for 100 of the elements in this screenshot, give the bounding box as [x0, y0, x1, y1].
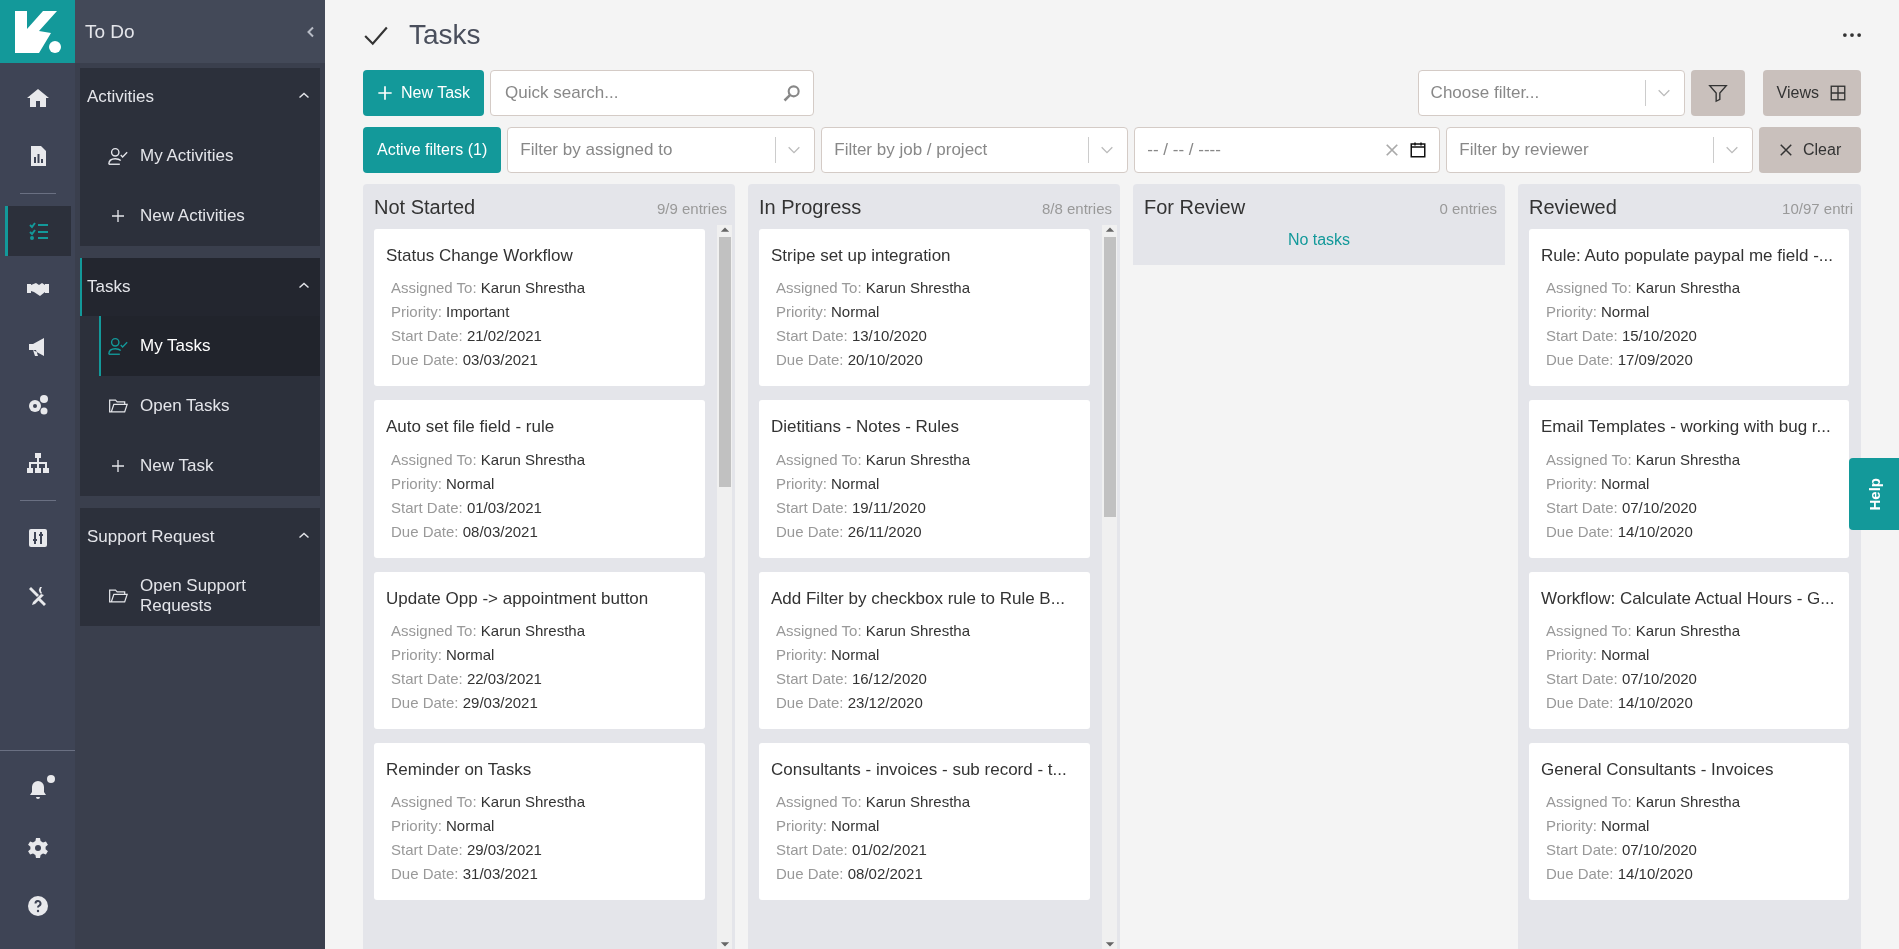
project-select[interactable]: Filter by job / project — [821, 127, 1129, 173]
user-check-icon — [107, 335, 129, 357]
task-detail: Assigned To: Karun Shrestha — [1545, 278, 1742, 299]
task-title: Auto set file field - rule — [386, 416, 556, 438]
task-title: Add Filter by checkbox rule to Rule B... — [771, 587, 1066, 609]
task-detail: Priority: Normal — [390, 816, 496, 836]
rail-button[interactable] — [4, 206, 71, 256]
section-header[interactable]: Support Request — [80, 508, 320, 566]
task-detail: Assigned To: Karun Shrestha — [775, 620, 972, 641]
task-detail: Start Date: 07/10/2020 — [1545, 840, 1698, 860]
funnel-icon — [1706, 82, 1729, 104]
task-detail: Assigned To: Karun Shrestha — [775, 278, 972, 299]
clear-button[interactable]: Clear — [1759, 127, 1861, 173]
task-detail: Start Date: 29/03/2021 — [390, 840, 543, 860]
task-detail: Due Date: 14/10/2020 — [1545, 864, 1694, 884]
logo[interactable] — [0, 0, 75, 63]
reviewer-select[interactable]: Filter by reviewer — [1446, 127, 1754, 173]
section-header[interactable]: Activities — [80, 68, 320, 126]
task-title: Stripe set up integration — [771, 245, 952, 267]
task-detail: Priority: Normal — [390, 644, 496, 665]
task-detail: Assigned To: Karun Shrestha — [390, 792, 587, 812]
section-header[interactable]: Tasks — [80, 258, 320, 316]
task-title: General Consultants - Invoices — [1541, 758, 1775, 780]
task-detail: Due Date: 23/12/2020 — [775, 692, 924, 713]
sidebar-item[interactable]: New Task — [80, 436, 320, 496]
section-title: Support Request — [87, 527, 215, 547]
filter-select[interactable]: Choose filter... — [1417, 70, 1685, 116]
empty-message: No tasks — [1286, 230, 1352, 250]
task-title: Status Change Workflow — [386, 245, 574, 267]
column-title: Not Started — [374, 196, 476, 219]
more-icon[interactable] — [1843, 33, 1861, 37]
task-card[interactable]: Auto set file field - rule Assigned To: Karun Shrestha Priority: Normal Start Date: 01/03/2021 Due Date: 08/03/2021 — [374, 400, 705, 558]
views-button[interactable]: Views — [1762, 70, 1861, 116]
task-card[interactable]: Add Filter by checkbox rule to Rule B... Assigned To: Karun Shrestha Priority: Normal Start Date: 16/12/2020 Due Date: 23/12/2020 — [759, 571, 1090, 729]
user-check-icon — [107, 145, 129, 167]
section-title: Activities — [87, 87, 155, 107]
task-detail: Start Date: 15/10/2020 — [1545, 326, 1698, 347]
task-card[interactable]: Status Change Workflow Assigned To: Karun Shrestha Priority: Important Start Date: 21/02/2021 Due Date: 03/03/2021 — [374, 229, 705, 387]
task-detail: Due Date: 17/09/2020 — [1545, 350, 1694, 371]
task-detail: Due Date: 26/11/2020 — [775, 521, 923, 542]
task-detail: Assigned To: Karun Shrestha — [1545, 449, 1742, 470]
task-title: Consultants - invoices - sub record - t... — [771, 758, 1068, 780]
task-detail: Assigned To: Karun Shrestha — [1545, 620, 1742, 641]
sidebar-item[interactable]: Open Tasks — [80, 376, 320, 436]
task-detail: Assigned To: Karun Shrestha — [775, 792, 972, 812]
task-detail: Start Date: 16/12/2020 — [775, 668, 928, 689]
notification-dot — [46, 775, 55, 783]
task-card[interactable]: Reminder on Tasks Assigned To: Karun Shrestha Priority: Normal Start Date: 29/03/2021 Due Date: 31/03/2021 — [374, 742, 705, 900]
sidebar-item[interactable]: My Tasks — [99, 316, 320, 376]
task-detail: Due Date: 08/03/2021 — [390, 521, 539, 542]
task-detail: Assigned To: Karun Shrestha — [390, 449, 587, 470]
scroll-down-icon — [719, 939, 730, 949]
task-card[interactable]: Workflow: Calculate Actual Hours - G... Assigned To: Karun Shrestha Priority: Normal Start Date: 07/10/2020 Due Date: 14/10/2020 — [1529, 571, 1849, 729]
task-detail: Start Date: 01/03/2021 — [390, 497, 543, 518]
task-card[interactable]: Consultants - invoices - sub record - t... Assigned To: Karun Shrestha Priority: Normal Start Date: 01/02/2021 Due Date: 08/02/2021 — [759, 742, 1090, 900]
hierarchy-icon — [25, 451, 50, 475]
task-detail: Due Date: 20/10/2020 — [775, 350, 924, 371]
task-card[interactable]: Email Templates - working with bug r... Assigned To: Karun Shrestha Priority: Normal Start Date: 07/10/2020 Due Date: 14/10/2020 — [1529, 400, 1849, 558]
task-card[interactable]: Dietitians - Notes - Rules Assigned To: Karun Shrestha Priority: Normal Start Date: 19/11/2020 Due Date: 26/11/2020 — [759, 400, 1090, 558]
sidebar-item[interactable]: My Activities — [80, 126, 320, 186]
assignee-select[interactable]: Filter by assigned to — [507, 127, 816, 173]
task-detail: Due Date: 14/10/2020 — [1545, 692, 1694, 713]
task-detail: Start Date: 07/10/2020 — [1545, 497, 1698, 518]
task-title: Workflow: Calculate Actual Hours - G... — [1541, 587, 1836, 609]
task-title: Dietitians - Notes - Rules — [771, 416, 960, 438]
task-detail: Due Date: 29/03/2021 — [390, 692, 539, 713]
task-title: Update Opp -> appointment button — [386, 587, 650, 609]
sidebar-item[interactable]: Open Support Requests — [80, 566, 320, 626]
search-icon — [782, 83, 803, 103]
task-detail: Priority: Important — [390, 302, 511, 323]
task-card[interactable]: Rule: Auto populate paypal me field -... Assigned To: Karun Shrestha Priority: Normal Start Date: 15/10/2020 Due Date: 17/09/2020 — [1529, 229, 1849, 387]
plus-icon — [110, 458, 126, 474]
task-detail: Due Date: 31/03/2021 — [390, 864, 539, 884]
scrollbar[interactable] — [717, 225, 732, 949]
scrollbar[interactable] — [1102, 225, 1117, 949]
sidebar-item[interactable]: New Activities — [80, 186, 320, 246]
column-title: For Review — [1144, 196, 1246, 219]
task-card[interactable]: General Consultants - Invoices Assigned To: Karun Shrestha Priority: Normal Start Date: 07/10/2020 Due Date: 14/10/2020 — [1529, 742, 1849, 900]
task-detail: Start Date: 13/10/2020 — [775, 326, 928, 347]
task-card[interactable]: Stripe set up integration Assigned To: Karun Shrestha Priority: Normal Start Date: 13/10/2020 Due Date: 20/10/2020 — [759, 229, 1090, 387]
date-field[interactable]: -- / -- / ---- — [1134, 127, 1441, 173]
task-card[interactable]: Update Opp -> appointment button Assigned To: Karun Shrestha Priority: Normal Start Date: 22/03/2021 Due Date: 29/03/2021 — [374, 571, 705, 729]
plus-icon — [110, 208, 126, 224]
task-detail: Start Date: 19/11/2020 — [775, 497, 927, 518]
task-title: Reminder on Tasks — [386, 758, 533, 780]
task-detail: Assigned To: Karun Shrestha — [390, 278, 587, 299]
column-title: Reviewed — [1529, 196, 1617, 219]
search-field[interactable]: Quick search... — [490, 70, 815, 116]
sidebar-title: To Do — [85, 20, 135, 43]
task-detail: Start Date: 07/10/2020 — [1545, 668, 1698, 689]
task-detail: Start Date: 22/03/2021 — [390, 668, 543, 689]
task-detail: Priority: Normal — [775, 644, 881, 665]
grid-icon — [1829, 84, 1847, 102]
column-title: In Progress — [759, 196, 862, 219]
task-detail: Priority: Normal — [1545, 473, 1651, 494]
settings-icon — [25, 836, 50, 860]
section-title: Tasks — [87, 277, 131, 297]
plus-icon — [377, 85, 393, 101]
filter-button[interactable] — [1690, 70, 1745, 116]
task-detail: Assigned To: Karun Shrestha — [775, 449, 972, 470]
